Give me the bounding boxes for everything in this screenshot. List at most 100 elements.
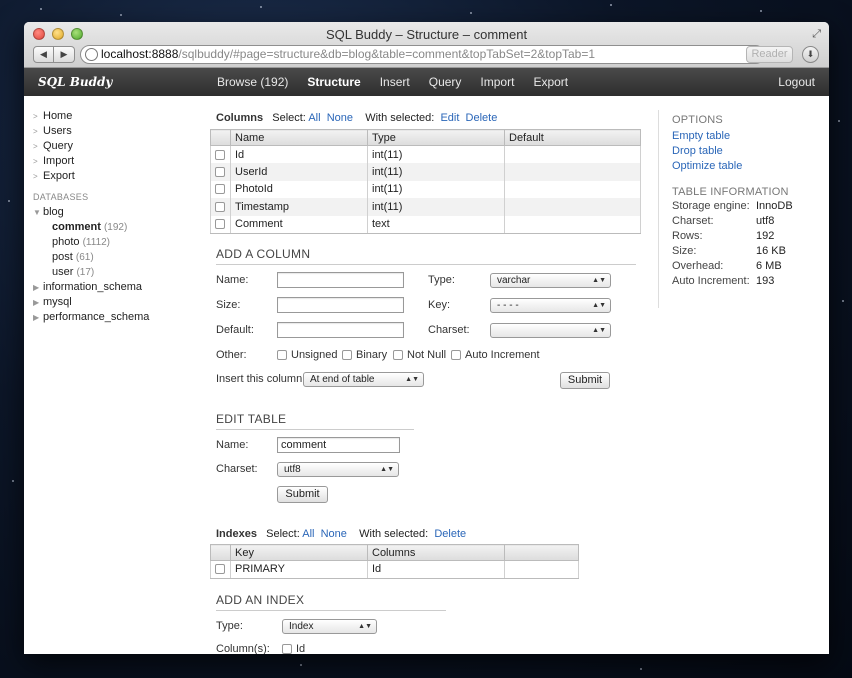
sidebar-item-export[interactable]: > Export: [33, 169, 204, 184]
unsigned-option[interactable]: Unsigned: [277, 349, 337, 361]
not-null-option[interactable]: Not Null: [393, 349, 446, 361]
tab-structure[interactable]: Structure: [307, 68, 360, 96]
row-checkbox[interactable]: [215, 219, 225, 230]
address-bar[interactable]: localhost:8888/sqlbuddy/#page=structure&…: [80, 45, 765, 64]
binary-checkbox[interactable]: [342, 350, 352, 361]
table-name: comment: [52, 221, 101, 233]
empty-table-link[interactable]: Empty table: [672, 129, 828, 144]
index-column-option[interactable]: Id: [282, 643, 305, 654]
table-row[interactable]: PhotoId int(11): [210, 180, 641, 198]
column-charset-select[interactable]: ▲▼: [490, 323, 611, 338]
cell-key: PRIMARY: [230, 560, 368, 579]
table-header-row: Key Columns: [210, 544, 579, 561]
chevron-right-icon: >: [33, 127, 38, 136]
delete-selected-link[interactable]: Delete: [434, 528, 466, 540]
column-key-select[interactable]: - - - - ▲▼: [490, 298, 611, 313]
database-blog[interactable]: ▼ blog: [33, 205, 204, 220]
sidebar-item-label: Users: [43, 125, 72, 137]
cell-extra: [504, 560, 579, 579]
binary-option[interactable]: Binary: [342, 349, 387, 361]
column-size-input[interactable]: [277, 297, 404, 313]
databases-heading: DATABASES: [33, 192, 89, 202]
fullscreen-icon[interactable]: ⤢: [812, 28, 821, 41]
unsigned-checkbox[interactable]: [277, 350, 287, 361]
sidebar-item-home[interactable]: > Home: [33, 109, 204, 124]
tab-import[interactable]: Import: [480, 68, 514, 96]
tab-insert[interactable]: Insert: [380, 68, 410, 96]
other-label: Other:: [216, 349, 247, 361]
key-label: Key:: [428, 299, 451, 311]
reader-button[interactable]: Reader: [746, 46, 793, 63]
info-value: utf8: [756, 215, 775, 227]
history-buttons: ◀ ▶: [33, 46, 75, 63]
back-button[interactable]: ◀: [33, 46, 54, 63]
tab-export[interactable]: Export: [533, 68, 568, 96]
options-heading: OPTIONS: [672, 114, 723, 126]
insert-position-select[interactable]: At end of table ▲▼: [303, 372, 424, 387]
optimize-table-link[interactable]: Optimize table: [672, 159, 828, 174]
row-checkbox[interactable]: [215, 564, 225, 575]
edit-selected-link[interactable]: Edit: [440, 112, 459, 124]
browser-titlebar: SQL Buddy – Structure – comment ⤢ ◀ ▶ lo…: [24, 22, 829, 68]
column-default-input[interactable]: [277, 322, 404, 338]
table-name: photo: [52, 236, 80, 248]
column-header-type: Type: [367, 129, 505, 146]
table-row[interactable]: PRIMARY Id: [210, 560, 579, 579]
sidebar-item-query[interactable]: > Query: [33, 139, 204, 154]
updown-arrows-icon: ▲▼: [358, 623, 372, 630]
forward-button[interactable]: ▶: [54, 46, 75, 63]
database-performance-schema[interactable]: ▶ performance_schema: [33, 310, 204, 325]
info-value: 192: [756, 230, 775, 242]
column-name-input[interactable]: [277, 272, 404, 288]
delete-selected-link[interactable]: Delete: [466, 112, 498, 124]
index-column-checkbox[interactable]: [282, 644, 292, 654]
option-label: Unsigned: [291, 349, 338, 361]
table-item-comment[interactable]: comment (192): [33, 220, 204, 235]
column-header-extra: [504, 544, 579, 561]
sidebar-item-users[interactable]: > Users: [33, 124, 204, 139]
logout-link[interactable]: Logout: [778, 68, 815, 96]
table-row[interactable]: UserId int(11): [210, 163, 641, 181]
select-none-link[interactable]: None: [327, 112, 353, 124]
auto-increment-checkbox[interactable]: [451, 350, 461, 361]
row-checkbox[interactable]: [215, 201, 225, 212]
row-checkbox[interactable]: [215, 184, 225, 195]
database-mysql[interactable]: ▶ mysql: [33, 295, 204, 310]
with-selected-label: With selected:: [365, 112, 435, 124]
index-type-select[interactable]: Index ▲▼: [282, 619, 377, 634]
row-checkbox[interactable]: [215, 149, 225, 160]
select-all-link[interactable]: All: [308, 112, 320, 124]
cell-type: int(11): [367, 180, 505, 198]
not-null-checkbox[interactable]: [393, 350, 403, 361]
database-information-schema[interactable]: ▶ information_schema: [33, 280, 204, 295]
checkbox-header: [210, 544, 231, 561]
drop-table-link[interactable]: Drop table: [672, 144, 828, 159]
row-checkbox[interactable]: [215, 166, 225, 177]
tab-query[interactable]: Query: [429, 68, 462, 96]
add-column-submit-button[interactable]: Submit: [560, 372, 610, 389]
sidebar-item-import[interactable]: > Import: [33, 154, 204, 169]
column-type-select[interactable]: varchar ▲▼: [490, 273, 611, 288]
edit-table-submit-button[interactable]: Submit: [277, 486, 328, 503]
table-row[interactable]: Comment text: [210, 215, 641, 234]
column-header-default: Default: [504, 129, 641, 146]
sidebar-item-label: Query: [43, 140, 73, 152]
downloads-icon[interactable]: ⬇: [802, 46, 819, 63]
auto-increment-option[interactable]: Auto Increment: [451, 349, 540, 361]
table-item-photo[interactable]: photo (1112): [33, 235, 204, 250]
database-name: performance_schema: [43, 311, 150, 323]
table-charset-select[interactable]: utf8 ▲▼: [277, 462, 399, 477]
info-key: Storage engine:: [672, 200, 750, 212]
table-item-user[interactable]: user (17): [33, 265, 204, 280]
tab-browse[interactable]: Browse (192): [217, 68, 288, 96]
table-name-input[interactable]: comment: [277, 437, 400, 453]
info-row-auto-increment: Auto Increment: 193: [672, 274, 828, 289]
table-row[interactable]: Id int(11): [210, 145, 641, 163]
database-name: mysql: [43, 296, 72, 308]
cell-default: [504, 198, 641, 216]
table-item-post[interactable]: post (61): [33, 250, 204, 265]
select-all-link[interactable]: All: [302, 528, 314, 540]
cell-default: [504, 145, 641, 163]
select-none-link[interactable]: None: [321, 528, 347, 540]
table-row[interactable]: Timestamp int(11): [210, 198, 641, 216]
